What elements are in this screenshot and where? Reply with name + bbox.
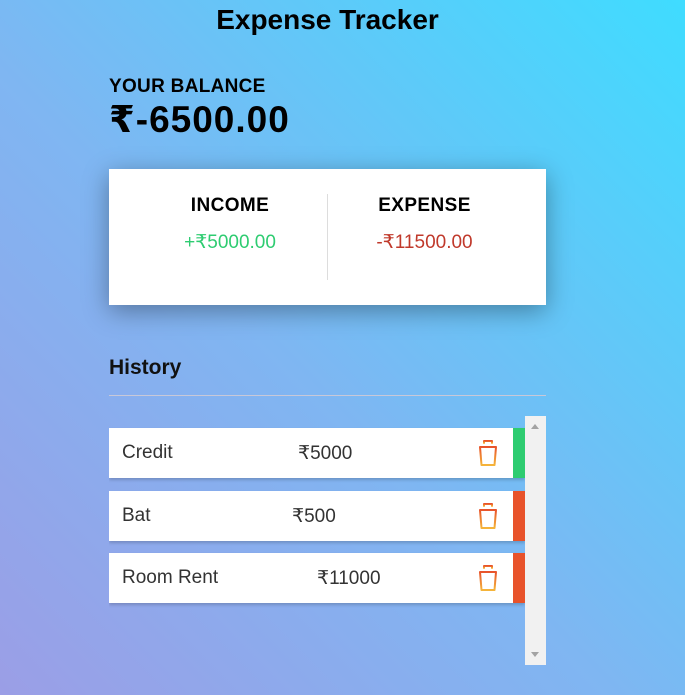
income-value: +₹5000.00: [184, 232, 276, 253]
history-item-bat: Bat ₹500: [109, 491, 525, 541]
trash-icon[interactable]: [475, 439, 501, 467]
history-list-wrapper: Credit ₹5000 Bat ₹500 Room Rent ₹11000: [109, 416, 546, 665]
history-scrollbar[interactable]: [525, 416, 546, 665]
history-item-credit: Credit ₹5000: [109, 428, 525, 478]
expense-value: -₹11500.00: [376, 232, 473, 253]
expense-indicator: [513, 553, 525, 603]
page-title: Expense Tracker: [216, 4, 439, 35]
expense-column: EXPENSE -₹11500.00: [327, 169, 546, 305]
balance-value: ₹-6500.00: [109, 99, 290, 140]
history-item-amount: ₹500: [292, 506, 336, 527]
history-item-name: Credit: [122, 442, 173, 463]
history-divider: [109, 395, 546, 396]
arrow-down-icon[interactable]: [531, 652, 539, 657]
expense-indicator: [513, 491, 525, 541]
history-item-name: Room Rent: [122, 567, 219, 588]
history-item-room-rent: Room Rent ₹11000: [109, 553, 525, 603]
arrow-up-icon[interactable]: [531, 424, 539, 429]
history-list: Credit ₹5000 Bat ₹500 Room Rent ₹11000: [109, 416, 525, 665]
income-indicator: [513, 428, 525, 478]
expense-label: EXPENSE: [378, 195, 471, 216]
income-column: INCOME +₹5000.00: [109, 169, 327, 305]
income-label: INCOME: [190, 195, 270, 216]
history-title: History: [109, 356, 182, 379]
trash-icon[interactable]: [475, 564, 501, 592]
trash-icon[interactable]: [475, 502, 501, 530]
history-item-amount: ₹5000: [298, 443, 353, 464]
balance-label: YOUR BALANCE: [109, 76, 266, 97]
income-expense-card: INCOME +₹5000.00 EXPENSE -₹11500.00: [109, 169, 546, 305]
history-item-amount: ₹11000: [317, 568, 381, 589]
history-item-name: Bat: [122, 505, 151, 526]
